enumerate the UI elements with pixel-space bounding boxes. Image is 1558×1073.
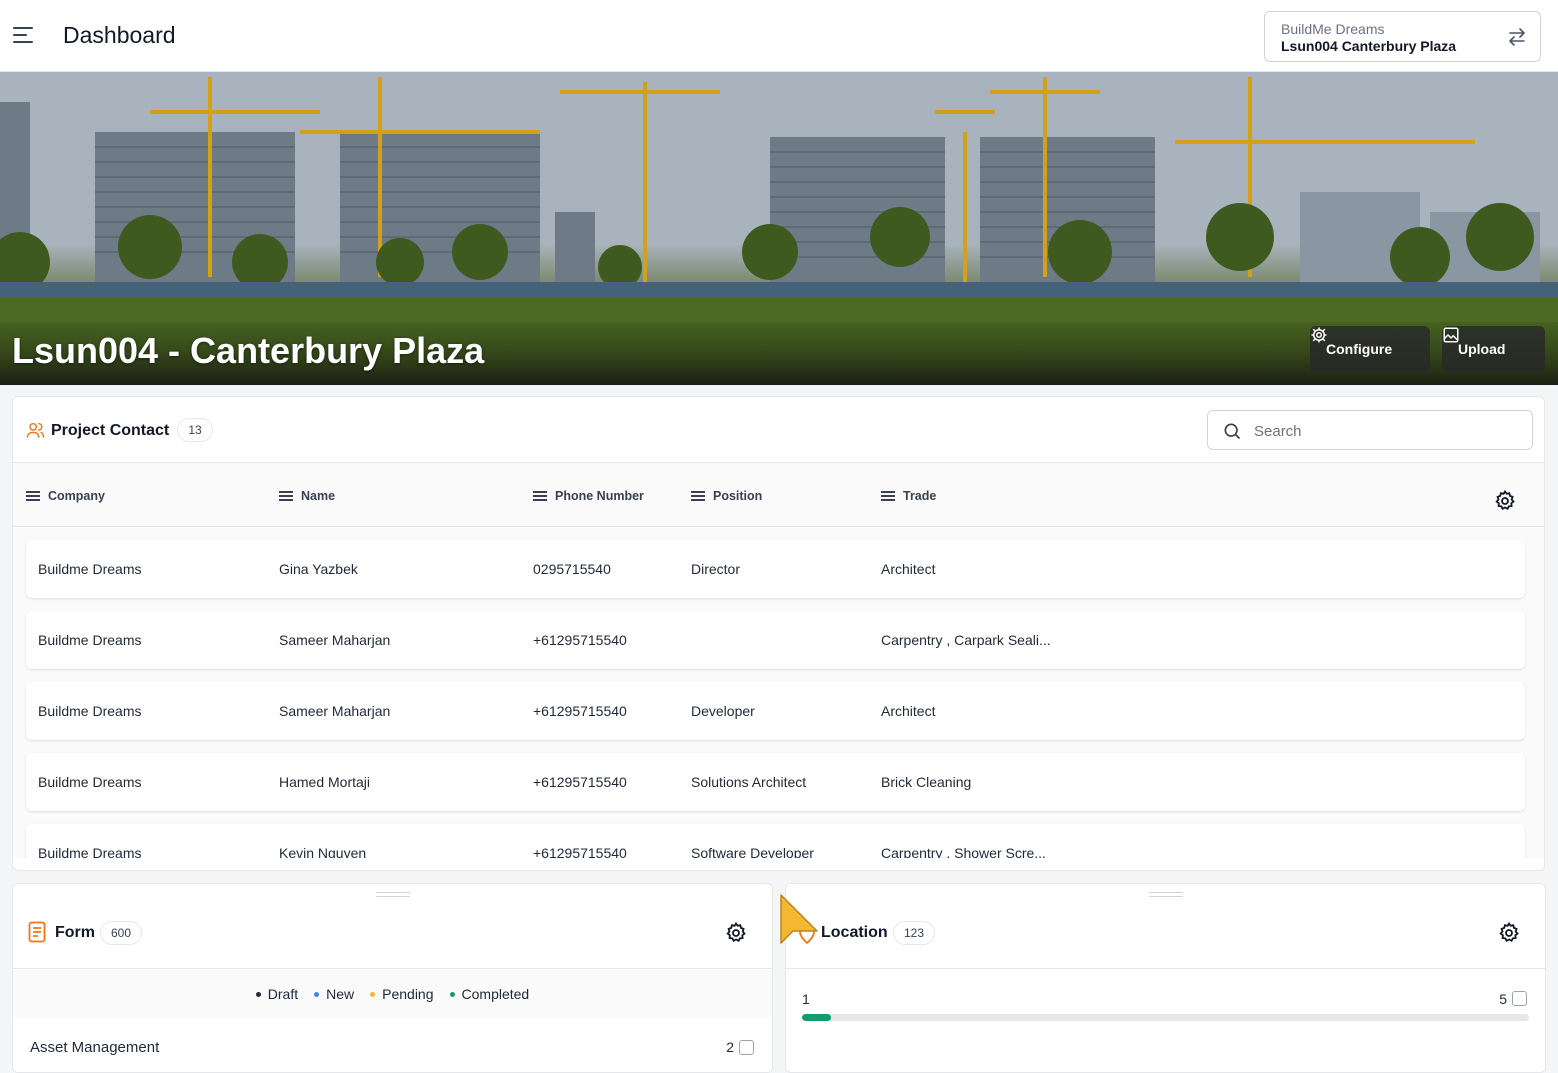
column-trade[interactable]: Trade (881, 489, 936, 503)
external-link-icon[interactable] (739, 1040, 754, 1055)
status-legend: Draft New Pending Completed (13, 970, 772, 1018)
menu-icon[interactable] (13, 27, 35, 45)
project-title: Lsun004 - Canterbury Plaza (12, 330, 485, 371)
contact-card-header: Project Contact 13 (13, 397, 1544, 463)
table-row[interactable]: Buildme Dreams Kevin Nguyen +61295715540… (26, 824, 1525, 858)
configure-label: Configure (1326, 341, 1393, 357)
mouse-cursor-icon (780, 894, 818, 944)
column-menu-icon (279, 491, 293, 501)
gear-icon (1311, 327, 1327, 343)
cell-company: Buildme Dreams (38, 774, 142, 790)
organization-name: BuildMe Dreams (1281, 21, 1385, 37)
cell-phone: +61295715540 (533, 845, 627, 858)
contact-count-badge: 13 (177, 418, 213, 442)
upload-label: Upload (1458, 341, 1506, 357)
table-row[interactable]: Buildme Dreams Hamed Mortaji +6129571554… (26, 753, 1525, 811)
column-company[interactable]: Company (26, 489, 105, 503)
location-progress-fill (802, 1014, 832, 1021)
new-dot-icon (314, 991, 320, 997)
location-widget-header: Location 123 (786, 884, 1545, 969)
table-settings-icon[interactable] (1493, 489, 1517, 513)
location-settings-icon[interactable] (1497, 921, 1521, 945)
form-widget-header: Form 600 (13, 884, 772, 969)
location-row-count: 5 (1499, 991, 1507, 1007)
form-title: Form (55, 924, 95, 941)
table-body: Buildme Dreams Gina Yazbek 0295715540 Di… (13, 528, 1544, 858)
users-icon (26, 422, 45, 438)
cell-phone: +61295715540 (533, 774, 627, 790)
draft-dot-icon (255, 991, 261, 997)
cell-name: Sameer Maharjan (279, 703, 391, 719)
legend-pending[interactable]: Pending (370, 986, 434, 1002)
search-icon (1224, 423, 1241, 440)
pending-dot-icon (370, 991, 376, 997)
column-menu-icon (26, 491, 40, 501)
location-count-badge: 123 (893, 921, 936, 945)
contact-search[interactable] (1207, 410, 1533, 450)
configure-button[interactable]: Configure (1310, 326, 1430, 372)
cell-position: Developer (691, 703, 755, 719)
column-menu-icon (691, 491, 705, 501)
cell-position: Solutions Architect (691, 774, 807, 790)
table-header: Company Name Phone Number Position Trade (13, 463, 1544, 527)
column-position[interactable]: Position (691, 489, 762, 503)
cell-trade: Architect (881, 703, 936, 719)
legend-new[interactable]: New (314, 986, 354, 1002)
cell-company: Buildme Dreams (38, 845, 142, 858)
external-link-icon[interactable] (1512, 991, 1527, 1006)
cell-trade: Carpentry , Carpark Seali... (881, 632, 1051, 648)
location-row-label: 1 (802, 991, 810, 1007)
table-row[interactable]: Buildme Dreams Gina Yazbek 0295715540 Di… (26, 540, 1525, 598)
page-title: Dashboard (63, 22, 176, 48)
cell-name: Hamed Mortaji (279, 774, 371, 790)
form-row-count: 2 (726, 1039, 734, 1055)
cell-name: Kevin Nguyen (279, 845, 367, 858)
cell-phone: 0295715540 (533, 561, 611, 577)
contact-title: Project Contact (51, 422, 170, 439)
cell-name: Gina Yazbek (279, 561, 358, 577)
image-icon (1443, 327, 1459, 343)
cell-position: Director (691, 561, 741, 577)
cell-phone: +61295715540 (533, 632, 627, 648)
cell-name: Sameer Maharjan (279, 632, 391, 648)
cell-trade: Carpentry , Shower Scre... (881, 845, 1046, 858)
project-contact-card: Project Contact 13 Company Name Phone Nu… (12, 396, 1545, 871)
cell-company: Buildme Dreams (38, 632, 142, 648)
cell-company: Buildme Dreams (38, 561, 142, 577)
column-menu-icon (881, 491, 895, 501)
project-banner: Lsun004 - Canterbury Plaza Configure Upl… (0, 72, 1558, 385)
column-name[interactable]: Name (279, 489, 335, 503)
location-title: Location (821, 924, 888, 941)
completed-dot-icon (449, 991, 455, 997)
top-bar: Dashboard BuildMe Dreams Lsun004 Canterb… (0, 0, 1558, 72)
legend-completed[interactable]: Completed (449, 986, 529, 1002)
cell-trade: Brick Cleaning (881, 774, 972, 790)
cell-trade: Architect (881, 561, 936, 577)
form-count-badge: 600 (100, 921, 143, 945)
project-name: Lsun004 Canterbury Plaza (1281, 38, 1457, 54)
form-widget: Form 600 Draft New Pending Completed Ass… (12, 883, 773, 1073)
legend-draft[interactable]: Draft (255, 986, 298, 1002)
form-row-label: Asset Management (30, 1039, 160, 1056)
form-settings-icon[interactable] (724, 921, 748, 945)
table-row[interactable]: Buildme Dreams Sameer Maharjan +61295715… (26, 682, 1525, 740)
project-switcher[interactable]: BuildMe Dreams Lsun004 Canterbury Plaza (1264, 11, 1541, 62)
column-phone[interactable]: Phone Number (533, 489, 644, 503)
location-progress-bar (802, 1014, 1529, 1021)
swap-icon (1509, 28, 1525, 46)
cell-position: Software Developer (691, 845, 814, 858)
table-row[interactable]: Buildme Dreams Sameer Maharjan +61295715… (26, 611, 1525, 669)
search-input[interactable] (1254, 420, 1514, 442)
location-widget: Location 123 1 5 (785, 883, 1546, 1073)
column-menu-icon (533, 491, 547, 501)
form-icon (28, 921, 46, 943)
upload-button[interactable]: Upload (1442, 326, 1545, 372)
cell-company: Buildme Dreams (38, 703, 142, 719)
cell-phone: +61295715540 (533, 703, 627, 719)
